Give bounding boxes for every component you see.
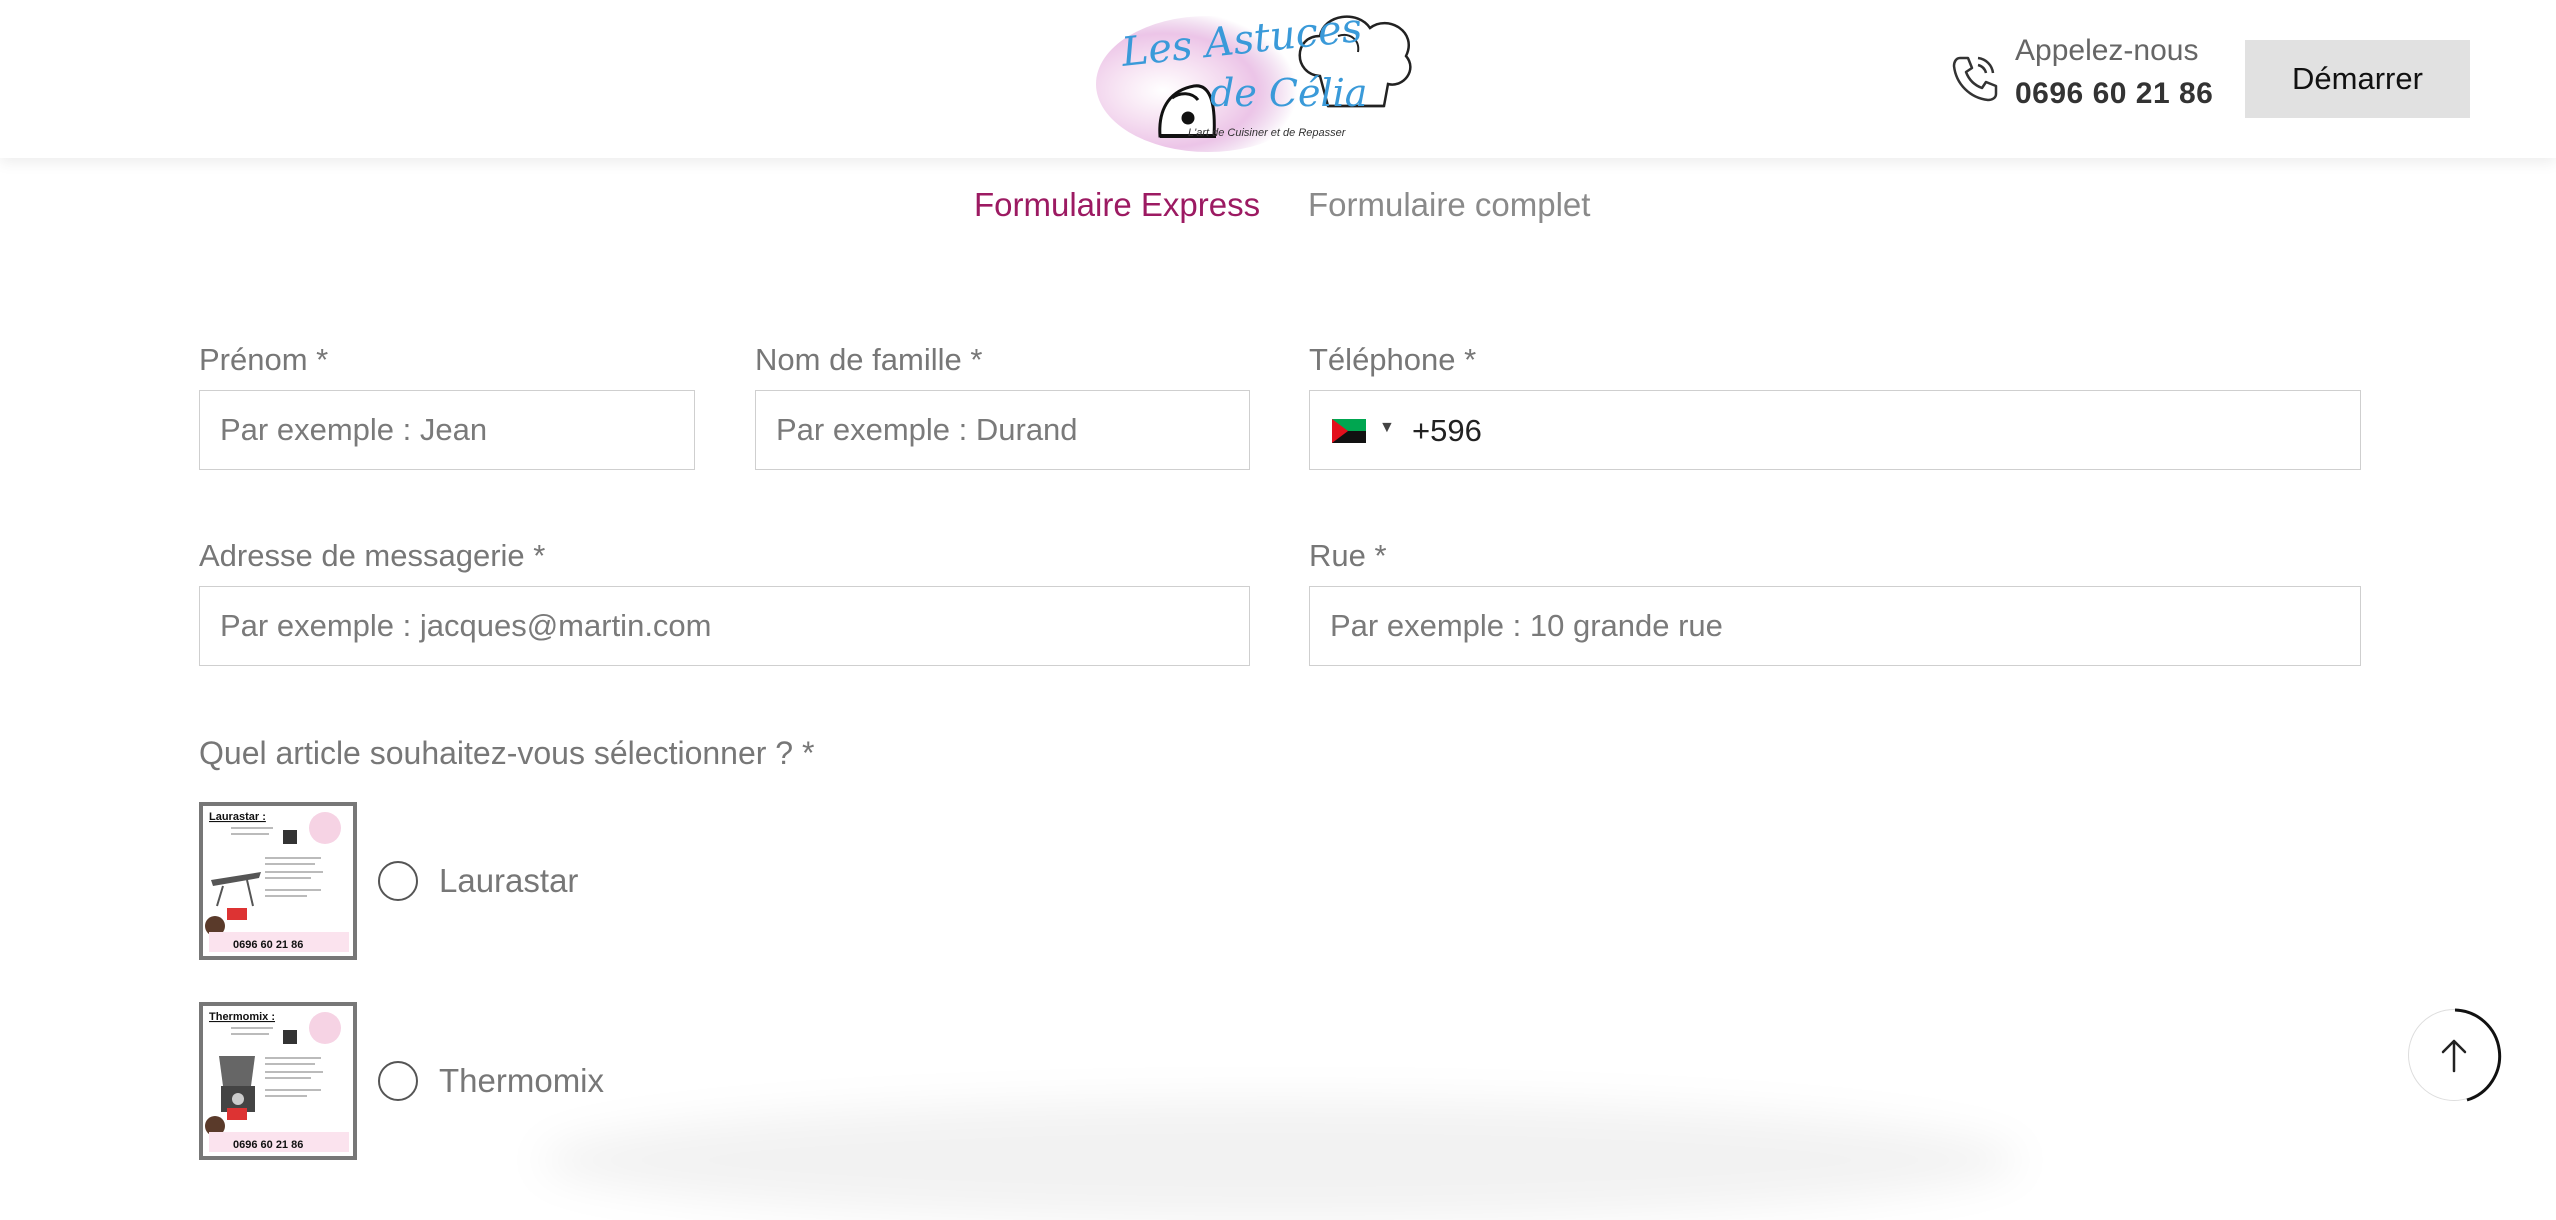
street-label: Rue *	[1309, 538, 1387, 573]
email-input[interactable]	[199, 586, 1250, 666]
call-number[interactable]: 0696 60 21 86	[2015, 77, 2213, 111]
scroll-progress-arc	[2454, 1008, 2502, 1102]
thermomix-radio[interactable]	[378, 1061, 418, 1101]
thermomix-thumb-phone: 0696 60 21 86	[233, 1139, 303, 1151]
street-input[interactable]	[1309, 586, 2361, 666]
thermomix-thumb-title: Thermomix :	[209, 1011, 275, 1023]
laurastar-thumb-title: Laurastar :	[209, 811, 266, 823]
tab-formulaire-complet[interactable]: Formulaire complet	[1308, 186, 1590, 224]
start-button[interactable]: Démarrer	[2245, 40, 2470, 118]
last-name-label: Nom de famille *	[755, 342, 983, 377]
phone-input[interactable]	[1410, 391, 2314, 470]
email-label: Adresse de messagerie *	[199, 538, 546, 573]
laurastar-thumb-phone: 0696 60 21 86	[233, 939, 303, 951]
logo-graphic: Les Astuces de Célia L'art de Cuisiner e…	[1096, 5, 1412, 152]
martinique-flag-icon[interactable]	[1332, 419, 1366, 443]
scroll-to-top-button[interactable]	[2408, 1008, 2502, 1102]
bottom-shadow	[540, 1100, 2020, 1220]
thermomix-thumbnail[interactable]: Thermomix : 0696 60 21 86	[199, 1002, 357, 1160]
logo-line2: de Célia	[1210, 71, 1367, 115]
first-name-input[interactable]	[199, 390, 695, 470]
last-name-input[interactable]	[755, 390, 1250, 470]
phone-label: Téléphone *	[1309, 342, 1477, 377]
country-dropdown-caret-icon[interactable]: ▼	[1379, 419, 1395, 437]
tab-formulaire-express[interactable]: Formulaire Express	[974, 186, 1260, 224]
logo-tagline: L'art de Cuisiner et de Repasser	[1188, 127, 1347, 139]
phone-field: ▼	[1309, 390, 2361, 470]
call-label: Appelez-nous	[2015, 34, 2199, 67]
article-question: Quel article souhaitez-vous sélectionner…	[199, 735, 815, 771]
laurastar-thumbnail[interactable]: Laurastar : 0696 60 21 86	[199, 802, 357, 960]
phone-icon	[1950, 52, 1998, 104]
laurastar-radio[interactable]	[378, 861, 418, 901]
thermomix-label[interactable]: Thermomix	[439, 1062, 604, 1100]
first-name-label: Prénom *	[199, 342, 329, 377]
site-header: Les Astuces de Célia L'art de Cuisiner e…	[0, 0, 2556, 158]
laurastar-label[interactable]: Laurastar	[439, 862, 578, 900]
site-logo[interactable]: Les Astuces de Célia L'art de Cuisiner e…	[1088, 5, 1418, 152]
